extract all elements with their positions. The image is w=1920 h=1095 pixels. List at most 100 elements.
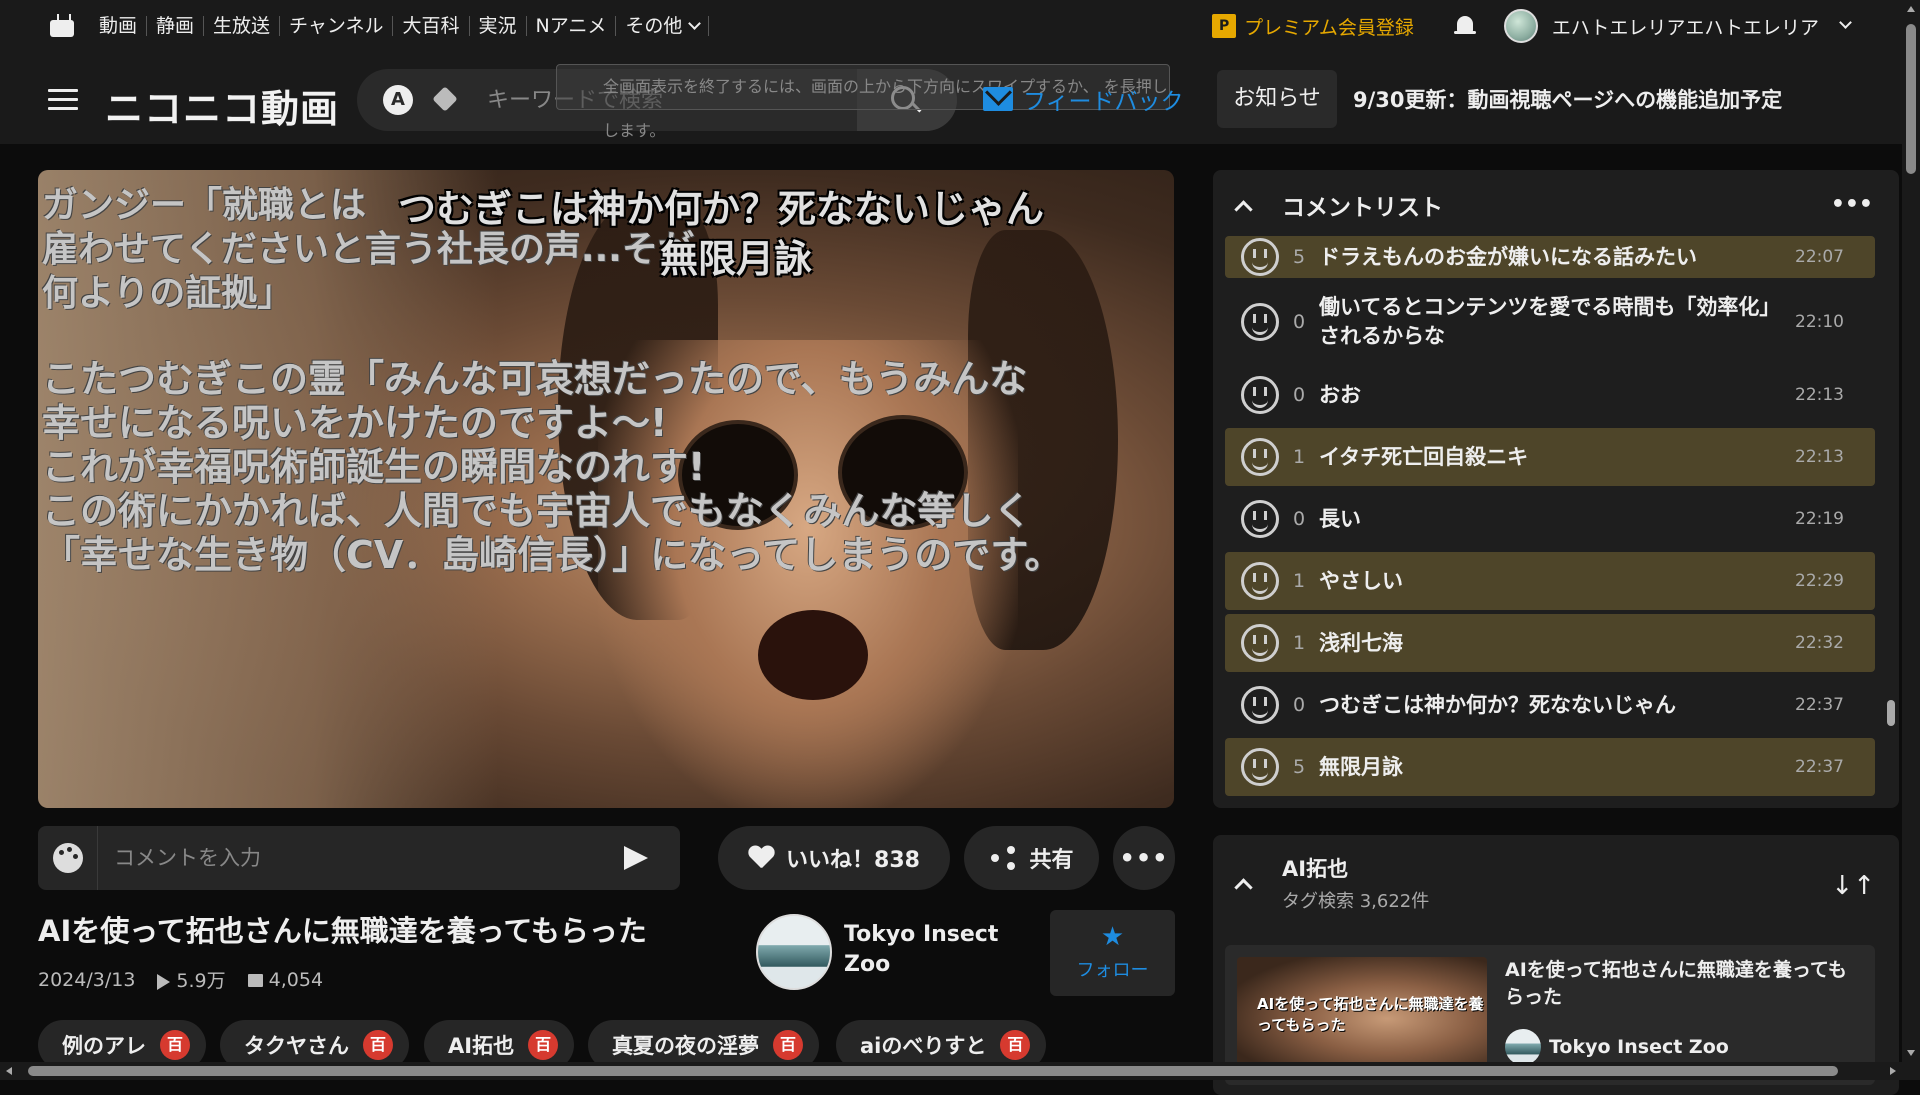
- send-icon[interactable]: [624, 846, 648, 870]
- share-label: 共有: [1029, 848, 1074, 873]
- dictionary-icon[interactable]: 百: [160, 1030, 190, 1060]
- nav-item-channel[interactable]: チャンネル: [280, 16, 394, 36]
- nicoru-icon[interactable]: [1241, 748, 1279, 786]
- related-video-thumbnail[interactable]: AIを使って拓也さんに無職達を養ってもらった: [1237, 957, 1487, 1069]
- play-icon: [157, 973, 171, 990]
- tag-panel-header[interactable]: AI拓也 タグ検索 3,622件: [1213, 835, 1899, 931]
- comment-list-header[interactable]: コメントリスト: [1213, 170, 1899, 240]
- like-button[interactable]: いいね！838: [718, 826, 950, 890]
- nav-item-dic[interactable]: 大百科: [393, 16, 470, 36]
- nav-item-more-label: その他: [625, 15, 683, 37]
- owner-name[interactable]: Tokyo Insect Zoo: [844, 920, 1014, 980]
- nicoru-icon[interactable]: [1241, 238, 1279, 276]
- scroll-left-arrow-icon[interactable]: [6, 1067, 12, 1075]
- related-video-thumbnail-text: AIを使って拓也さんに無職達を養ってもらった: [1257, 995, 1484, 1034]
- nicoru-icon[interactable]: [1241, 624, 1279, 662]
- comment-text: 働いてるとコンテンツを愛でる時間も「効率化」されるからな: [1319, 295, 1770, 348]
- comment-row[interactable]: 5 無限月詠 22:37: [1225, 738, 1875, 796]
- scroll-up-arrow-icon[interactable]: [1907, 6, 1915, 12]
- comment-row[interactable]: 0 おお 22:13: [1225, 366, 1875, 424]
- premium-register-link[interactable]: P プレミアム会員登録: [1212, 13, 1414, 40]
- view-count: 5.9万: [157, 966, 226, 993]
- video-comment-2: 無限月詠: [660, 237, 813, 281]
- nicoru-icon[interactable]: [1241, 686, 1279, 724]
- comment-row[interactable]: 0 働いてるとコンテンツを愛でる時間も「効率化」されるからな 22:10: [1225, 282, 1875, 362]
- palette-icon[interactable]: [38, 826, 98, 890]
- premium-icon: P: [1212, 14, 1237, 38]
- premium-label: プレミアム会員登録: [1244, 16, 1414, 39]
- nicoru-count: 0: [1292, 694, 1306, 716]
- comment-text: やさしい: [1319, 568, 1403, 593]
- nav-item-jikkyo[interactable]: 実況: [470, 16, 527, 36]
- nav-item-live[interactable]: 生放送: [204, 16, 281, 36]
- owner-avatar[interactable]: [756, 914, 832, 990]
- nicoru-count: 5: [1292, 246, 1306, 268]
- comment-text: つむぎこは神か何か？死なないじゃん: [1319, 692, 1676, 717]
- nav-item-more[interactable]: その他: [616, 15, 710, 37]
- follow-label: フォロー: [1076, 960, 1149, 981]
- more-options-button[interactable]: •••: [1113, 826, 1175, 890]
- comment-list-title: コメントリスト: [1282, 195, 1443, 221]
- comment-time: 22:29: [1795, 571, 1844, 591]
- related-owner-avatar: [1505, 1029, 1541, 1065]
- nicoru-icon[interactable]: [1241, 303, 1279, 341]
- page-vertical-scrollbar[interactable]: [1902, 0, 1920, 1062]
- nav-item-nanime[interactable]: Nアニメ: [527, 16, 617, 36]
- follow-button[interactable]: ★ フォロー: [1050, 910, 1175, 996]
- dictionary-icon[interactable]: 百: [528, 1030, 559, 1060]
- nav-item-seiga[interactable]: 静画: [147, 16, 205, 36]
- comment-count: 4,054: [247, 969, 323, 991]
- feedback-link[interactable]: フィードバック: [983, 82, 1184, 116]
- niconico-tv-icon[interactable]: [48, 14, 76, 38]
- nicoru-count: 1: [1292, 570, 1306, 592]
- horizontal-scroll-thumb[interactable]: [28, 1066, 1838, 1076]
- user-menu-chevron-icon[interactable]: [1839, 15, 1852, 29]
- comment-text: ドラえもんのお金が嫌いになる話みたい: [1319, 244, 1697, 269]
- tag-label: タクヤさん: [244, 1034, 349, 1058]
- comment-row[interactable]: 0 長い 22:19: [1225, 490, 1875, 548]
- dictionary-icon[interactable]: 百: [1000, 1030, 1031, 1060]
- comment-list-scrollbar[interactable]: [1887, 700, 1895, 726]
- comment-list-menu-icon[interactable]: •••: [1831, 192, 1873, 217]
- comment-input[interactable]: [114, 842, 584, 874]
- video-figure-mouth: [758, 610, 868, 700]
- dictionary-icon[interactable]: 百: [773, 1030, 803, 1060]
- comment-row[interactable]: 5 ドラえもんのお金が嫌いになる話みたい 22:07: [1225, 236, 1875, 278]
- tag-panel-subtitle: タグ検索 3,622件: [1282, 891, 1430, 912]
- video-comment-faint-3: 何よりの証拠」: [42, 273, 294, 314]
- notice-text[interactable]: 9/30更新：動画視聴ページへの機能追加予定: [1353, 84, 1782, 114]
- scroll-right-arrow-icon[interactable]: [1890, 1067, 1896, 1075]
- notice-button[interactable]: お知らせ: [1217, 70, 1337, 128]
- nav-item-video[interactable]: 動画: [90, 16, 148, 36]
- related-video-title[interactable]: AIを使って拓也さんに無職達を養ってもらった: [1505, 957, 1865, 1011]
- sort-icon[interactable]: ↓↑: [1831, 871, 1875, 901]
- nicoru-icon[interactable]: [1241, 376, 1279, 414]
- niconico-logo[interactable]: ニコニコ動画: [105, 78, 339, 133]
- dictionary-icon[interactable]: 百: [363, 1030, 393, 1060]
- user-avatar[interactable]: [1503, 9, 1538, 43]
- user-name[interactable]: エハトエレリアエハトエレリア: [1552, 13, 1819, 40]
- nicoru-icon[interactable]: [1241, 438, 1279, 476]
- comment-row[interactable]: 1 やさしい 22:29: [1225, 552, 1875, 610]
- keyword-search-mode-icon[interactable]: A: [383, 85, 413, 115]
- nicoru-icon[interactable]: [1241, 500, 1279, 538]
- video-player[interactable]: ガンジー「就職とは 雇わせてくださいと言う社長の声...そが 何よりの証拠」 つ…: [38, 170, 1174, 808]
- chevron-up-icon[interactable]: [1234, 877, 1253, 897]
- share-button[interactable]: 共有: [964, 826, 1099, 890]
- hamburger-menu-icon[interactable]: [48, 89, 78, 111]
- chevron-up-icon[interactable]: [1234, 199, 1253, 219]
- related-video-owner[interactable]: Tokyo Insect Zoo: [1505, 1029, 1729, 1065]
- comment-time: 22:19: [1795, 509, 1844, 529]
- vertical-scroll-thumb[interactable]: [1906, 24, 1916, 174]
- comment-row[interactable]: 0 つむぎこは神か何か？死なないじゃん 22:37: [1225, 676, 1875, 734]
- star-icon: ★: [1100, 922, 1125, 952]
- scroll-down-arrow-icon[interactable]: [1907, 1050, 1915, 1056]
- comment-row[interactable]: 1 浅利七海 22:32: [1225, 614, 1875, 672]
- tag-search-mode-icon[interactable]: [433, 87, 457, 113]
- mail-icon: [983, 87, 1013, 111]
- page-horizontal-scrollbar[interactable]: [0, 1062, 1920, 1080]
- nicoru-count: 0: [1292, 508, 1306, 530]
- comment-row[interactable]: 1 イタチ死亡回自殺ニキ 22:13: [1225, 428, 1875, 486]
- nicoru-icon[interactable]: [1241, 562, 1279, 600]
- bell-icon[interactable]: [1452, 13, 1478, 39]
